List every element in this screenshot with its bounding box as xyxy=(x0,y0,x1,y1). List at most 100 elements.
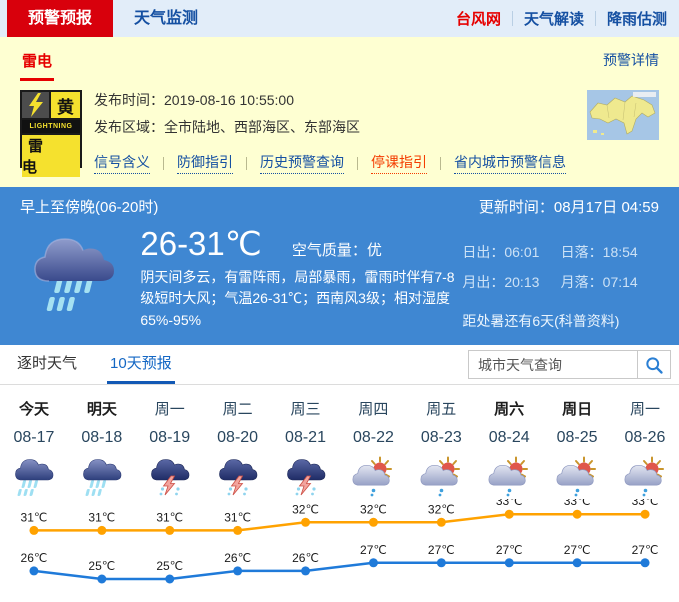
moonrise: 月出：20:13 xyxy=(462,272,560,292)
tab-ten-day-forecast[interactable]: 10天预报 xyxy=(107,352,175,384)
hero-center: 26-31℃ 空气质量：优 阴天间多云，有雷阵雨，局部暴雨，雷雨时伴有7-8级短… xyxy=(140,224,462,331)
separator xyxy=(246,157,247,170)
publish-area-label: 发布区域： xyxy=(94,119,164,135)
sun-shower-icon xyxy=(611,453,679,499)
data-point xyxy=(369,518,378,527)
day-date: 08-19 xyxy=(136,429,204,447)
temperature-label: 33℃ xyxy=(632,499,659,508)
top-navigation: 预警预报 天气监测 台风网 天气解读 降雨估测 xyxy=(0,0,679,37)
data-point xyxy=(641,558,650,567)
tab-hourly-weather[interactable]: 逐时天气 xyxy=(14,352,80,384)
trend-line xyxy=(34,514,645,530)
tab-warning-forecast[interactable]: 预警预报 xyxy=(7,0,113,37)
sun-shower-icon xyxy=(339,453,407,499)
temperature-label: 27℃ xyxy=(428,543,455,557)
trend-line xyxy=(34,563,645,579)
day-date: 08-20 xyxy=(204,429,272,447)
day-name: 今天 xyxy=(0,398,68,419)
alert-links-row: 信号含义 防御指引 历史预警查询 停课指引 省内城市预警信息 xyxy=(94,152,659,174)
separator xyxy=(440,157,441,170)
temperature-label: 27℃ xyxy=(632,543,659,557)
sun-moon-times: 日出：06:01 日落：18:54 月出：20:13 月落：07:14 xyxy=(462,242,659,292)
temperature-label: 25℃ xyxy=(156,559,183,573)
publish-area-row: 发布区域：全市陆地、西部海区、东部海区 xyxy=(94,117,659,137)
forecast-day[interactable]: 今天 08-17 xyxy=(0,398,68,499)
day-date: 08-23 xyxy=(407,429,475,447)
link-class-suspension-guide[interactable]: 停课指引 xyxy=(371,152,427,174)
publish-time-row: 发布时间：2019-08-16 10:55:00 xyxy=(94,90,659,110)
forecast-day[interactable]: 周五08-23 xyxy=(407,398,475,499)
data-point xyxy=(505,510,514,519)
tab-weather-monitoring[interactable]: 天气监测 xyxy=(113,0,219,37)
warning-type-text: 雷 电 xyxy=(22,135,80,177)
forecast-day[interactable]: 周一08-19 xyxy=(136,398,204,499)
link-history-warning-query[interactable]: 历史预警查询 xyxy=(260,152,344,174)
temperature-label: 32℃ xyxy=(360,502,387,516)
temperature-trend-chart: 31℃31℃31℃31℃32℃32℃32℃33℃33℃33℃26℃25℃25℃2… xyxy=(0,499,679,602)
warning-details-link[interactable]: 预警详情 xyxy=(603,50,659,70)
link-signal-meaning[interactable]: 信号含义 xyxy=(94,152,150,174)
thunderstorm-icon xyxy=(272,453,340,499)
top-links: 台风网 天气解读 降雨估测 xyxy=(456,0,679,37)
forecast-tabs-row: 逐时天气 10天预报 xyxy=(0,345,679,385)
day-name: 周二 xyxy=(204,398,272,419)
sunrise: 日出：06:01 xyxy=(462,242,560,262)
day-date: 08-24 xyxy=(475,429,543,447)
moonset: 月落：07:14 xyxy=(561,272,659,292)
data-point xyxy=(573,510,582,519)
lightning-yellow-warning-icon: 黄 LIGHTNING 雷 电 xyxy=(20,90,82,168)
link-weather-interpretation[interactable]: 天气解读 xyxy=(524,8,584,29)
forecast-day[interactable]: 周四08-22 xyxy=(339,398,407,499)
hero-top-row: 早上至傍晚(06-20时) 更新时间：08月17日 04:59 xyxy=(20,196,659,217)
forecast-day[interactable]: 周六08-24 xyxy=(475,398,543,499)
temperature-label: 32℃ xyxy=(428,502,455,516)
warning-map-thumbnail[interactable] xyxy=(587,90,659,140)
day-date: 08-18 xyxy=(68,429,136,447)
temperature-label: 25℃ xyxy=(88,559,115,573)
separator xyxy=(163,157,164,170)
thunderstorm-icon xyxy=(204,453,272,499)
temperature-label: 31℃ xyxy=(156,510,183,524)
temperature-label: 26℃ xyxy=(292,551,319,565)
forecast-section: 逐时天气 10天预报 今天08-17明天08-18周一08-19周二08-20周… xyxy=(0,345,679,602)
separator xyxy=(357,157,358,170)
forecast-day[interactable]: 周三08-21 xyxy=(272,398,340,499)
forecast-day[interactable]: 明天08-18 xyxy=(68,398,136,499)
data-point xyxy=(233,566,242,575)
link-defense-guide[interactable]: 防御指引 xyxy=(177,152,233,174)
data-point xyxy=(301,566,310,575)
temperature-range: 26-31℃ xyxy=(140,224,261,263)
separator xyxy=(595,11,596,26)
link-province-city-warnings[interactable]: 省内城市预警信息 xyxy=(454,152,566,174)
temperature-label: 27℃ xyxy=(496,543,523,557)
publish-time-value: 2019-08-16 10:55:00 xyxy=(164,92,294,108)
data-point xyxy=(437,518,446,527)
solar-term-countdown[interactable]: 距处暑还有6天(科普资料) xyxy=(462,311,659,331)
city-search-input[interactable] xyxy=(468,350,638,379)
search-icon xyxy=(644,355,664,375)
forecast-day[interactable]: 周二 08-20 xyxy=(204,398,272,499)
forecast-description: 阴天间多云，有雷阵雨，局部暴雨，雷雨时伴有7-8级短时大风；气温26-31℃；西… xyxy=(140,267,462,331)
day-date: 08-21 xyxy=(272,429,340,447)
search-button[interactable] xyxy=(638,350,671,379)
forecast-day[interactable]: 周日08-25 xyxy=(543,398,611,499)
link-rainfall-estimate[interactable]: 降雨估测 xyxy=(607,8,667,29)
hero-main: 26-31℃ 空气质量：优 阴天间多云，有雷阵雨，局部暴雨，雷雨时伴有7-8级短… xyxy=(20,224,659,331)
air-quality: 空气质量：优 xyxy=(292,239,382,260)
temperature-label: 27℃ xyxy=(564,543,591,557)
link-typhoon-net[interactable]: 台风网 xyxy=(456,8,501,29)
warning-band-text: LIGHTNING xyxy=(22,120,80,133)
rain-cloud-icon xyxy=(20,224,140,331)
publish-area-value: 全市陆地、西部海区、东部海区 xyxy=(164,119,360,135)
data-point xyxy=(97,526,106,535)
alert-type-tab[interactable]: 雷电 xyxy=(20,50,54,81)
data-point xyxy=(301,518,310,527)
temperature-label: 32℃ xyxy=(292,502,319,516)
ten-day-forecast-row: 今天 08-17明天08-18周一08-19周二 08-20周三08-21周四08-… xyxy=(0,385,679,499)
forecast-day[interactable]: 周一08-26 xyxy=(611,398,679,499)
temperature-label: 33℃ xyxy=(564,499,591,508)
alert-details: 发布时间：2019-08-16 10:55:00 发布区域：全市陆地、西部海区、… xyxy=(94,88,659,174)
data-point xyxy=(437,558,446,567)
data-point xyxy=(233,526,242,535)
day-date: 08-17 xyxy=(0,429,68,447)
